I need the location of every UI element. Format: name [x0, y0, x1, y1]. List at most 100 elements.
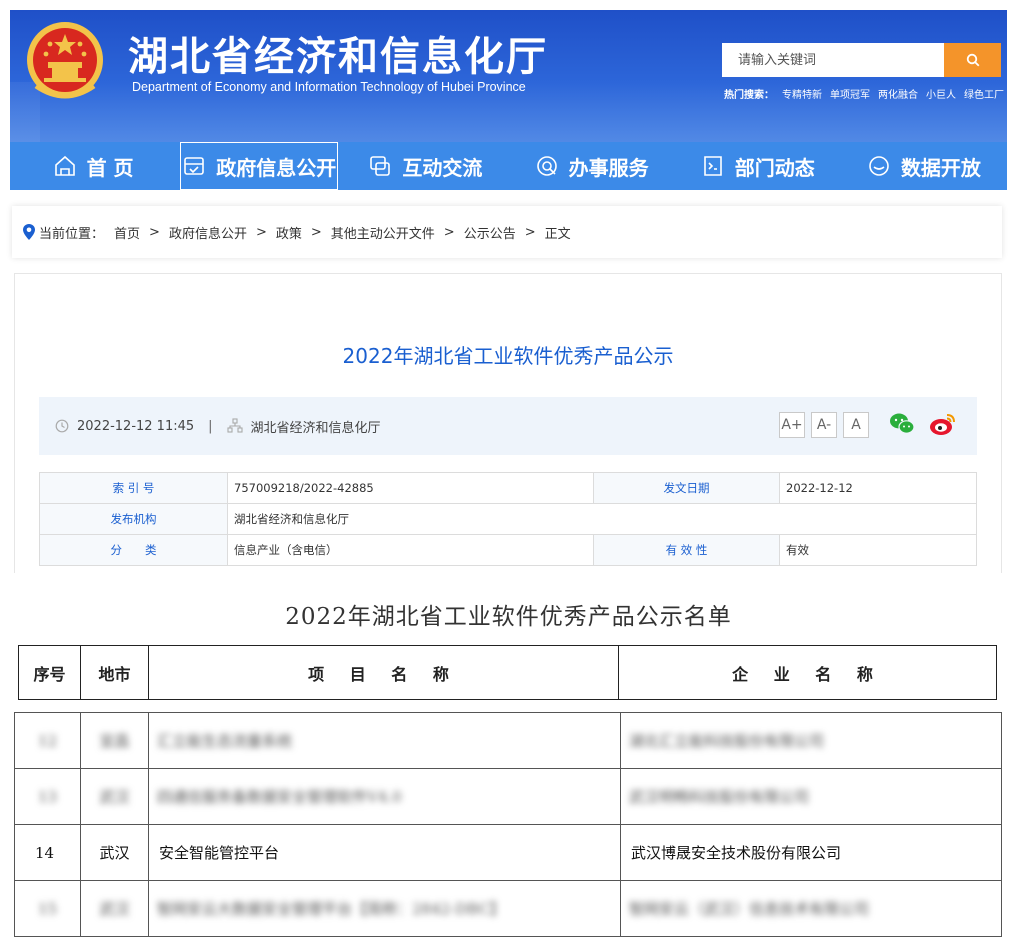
table-row: 14 武汉 安全智能管控平台 武汉博晟安全技术股份有限公司	[14, 824, 1002, 881]
index-number-label: 索 引 号	[39, 472, 228, 504]
article-card: 2022年湖北省工业软件优秀产品公示 2022-12-12 11:45 | 湖北…	[14, 273, 1002, 573]
nav-item-label: 数据开放	[900, 155, 981, 180]
table-row: 13 武汉 四通信服务备数据安全管理软件V4.0 武汉明畅科技股份有限公司	[14, 768, 1002, 825]
publisher: 湖北省经济和信息化厅	[250, 420, 381, 436]
nav-item-gov-info[interactable]: 政府信息公开	[176, 142, 342, 190]
nav-item-services[interactable]: 办事服务	[509, 142, 675, 190]
location-pin-icon	[23, 224, 35, 240]
validity-value: 有效	[779, 534, 977, 566]
hot-search: 热门搜索： 专精特新 单项冠军 两化融合 小巨人 绿色工厂	[724, 86, 1004, 101]
hot-search-label: 热门搜索：	[724, 90, 774, 101]
cell-city: 武汉	[80, 824, 149, 881]
validity-label: 有 效 性	[593, 534, 780, 566]
breadcrumb: 当前位置： 首页 > 政府信息公开 > 政策 > 其他主动公开文件 > 公示公告…	[12, 206, 1002, 258]
nav-item-label: 首 页	[86, 155, 134, 180]
nav-item-home[interactable]: 首 页	[10, 142, 176, 190]
wechat-icon[interactable]	[889, 412, 915, 436]
breadcrumb-separator: >	[310, 224, 322, 240]
font-size-controls: A+ A- A	[779, 412, 869, 438]
national-emblem-icon	[27, 22, 103, 99]
hot-search-item[interactable]: 绿色工厂	[964, 86, 1004, 101]
share-buttons	[889, 412, 957, 436]
nav-item-label: 政府信息公开	[216, 155, 337, 180]
publish-date: 2022-12-12 11:45	[77, 418, 195, 434]
inbox-check-icon	[184, 157, 205, 175]
nav-item-open-data[interactable]: 数据开放	[841, 142, 1007, 190]
index-number-value: 757009218/2022-42885	[227, 472, 594, 504]
site-title: 湖北省经济和信息化厅	[128, 34, 548, 80]
col-header-no: 序号	[18, 645, 81, 700]
nav-item-interaction[interactable]: 互动交流	[342, 142, 508, 190]
org-value: 湖北省经济和信息化厅	[227, 503, 977, 535]
nav-item-label: 部门动态	[734, 155, 815, 180]
cell-company: 武汉明畅科技股份有限公司	[620, 768, 1002, 825]
cell-no: 12	[14, 712, 81, 769]
hot-search-item[interactable]: 专精特新	[782, 86, 822, 101]
cell-city: 武汉	[80, 768, 149, 825]
col-header-company: 企 业 名 称	[618, 645, 997, 700]
cell-project: 安全智能管控平台	[148, 824, 621, 881]
col-header-city: 地市	[80, 645, 149, 700]
cell-company: 智网安云（武汉）信息技术有限公司	[620, 880, 1002, 937]
search-icon	[966, 53, 979, 67]
breadcrumb-item[interactable]: 公示公告	[464, 223, 516, 242]
hot-search-item[interactable]: 小巨人	[926, 86, 956, 101]
site-subtitle: Department of Economy and Information Te…	[132, 80, 526, 94]
font-reset-button[interactable]: A	[843, 412, 869, 438]
cell-no: 15	[14, 880, 81, 937]
breadcrumb-separator: >	[443, 224, 455, 240]
chat-icon	[370, 156, 391, 176]
cell-company: 武汉博晟安全技术股份有限公司	[620, 824, 1002, 881]
breadcrumb-item[interactable]: 首页	[114, 223, 140, 242]
article-title: 2022年湖北省工业软件优秀产品公示	[342, 344, 674, 368]
news-icon	[703, 156, 722, 176]
breadcrumb-item-current: 正文	[544, 226, 571, 242]
cell-city: 宜昌	[80, 712, 149, 769]
col-header-project: 项 目 名 称	[148, 645, 619, 700]
article-info-table: 索 引 号 757009218/2022-42885 发文日期 2022-12-…	[39, 472, 977, 566]
cell-project: 智网安云大数据安全管理平台【简称：2842-DBC】	[148, 880, 621, 937]
table-row: 12 宜昌 汇立能生态流量系统 湖北汇立能科技股份有限公司	[14, 712, 1002, 769]
article-meta-bar: 2022-12-12 11:45 | 湖北省经济和信息化厅 A+ A- A	[39, 397, 977, 455]
hot-search-item[interactable]: 两化融合	[878, 86, 918, 101]
issue-date-value: 2022-12-12	[779, 472, 977, 504]
cell-city: 武汉	[80, 880, 149, 937]
breadcrumb-separator: >	[524, 224, 536, 240]
org-icon	[226, 418, 243, 433]
category-label: 分 类	[39, 534, 228, 566]
search-button[interactable]	[944, 43, 1001, 77]
font-increase-button[interactable]: A+	[779, 412, 805, 438]
cell-company: 湖北汇立能科技股份有限公司	[620, 712, 1002, 769]
list-body: 12 宜昌 汇立能生态流量系统 湖北汇立能科技股份有限公司 13 武汉 四通信服…	[14, 712, 1002, 940]
cell-no: 14	[14, 824, 81, 881]
breadcrumb-item[interactable]: 政府信息公开	[169, 223, 247, 242]
breadcrumb-item[interactable]: 其他主动公开文件	[331, 223, 435, 242]
breadcrumb-item[interactable]: 政策	[276, 223, 302, 242]
list-header-table: 序号 地市 项 目 名 称 企 业 名 称	[18, 645, 997, 700]
header-banner: 湖北省经济和信息化厅 Department of Economy and Inf…	[10, 10, 1007, 142]
table-row: 15 武汉 智网安云大数据安全管理平台【简称：2842-DBC】 智网安云（武汉…	[14, 880, 1002, 937]
font-decrease-button[interactable]: A-	[811, 412, 837, 438]
breadcrumb-label: 当前位置：	[39, 226, 105, 242]
org-label: 发布机构	[39, 503, 228, 535]
service-icon	[536, 156, 557, 176]
category-value: 信息产业（含电信）	[227, 534, 594, 566]
weibo-icon[interactable]	[929, 412, 957, 436]
cell-project: 四通信服务备数据安全管理软件V4.0	[148, 768, 621, 825]
main-nav: 首 页 政府信息公开 互动交流 办事服务 部门动态 数据开放	[10, 142, 1007, 190]
nav-item-label: 互动交流	[402, 155, 483, 180]
search-input[interactable]	[722, 43, 944, 77]
issue-date-label: 发文日期	[593, 472, 780, 504]
list-title: 2022年湖北省工业软件优秀产品公示名单	[285, 604, 732, 630]
cell-project: 汇立能生态流量系统	[148, 712, 621, 769]
nav-item-label: 办事服务	[568, 155, 649, 180]
home-icon	[54, 155, 75, 176]
hot-search-item[interactable]: 单项冠军	[830, 86, 870, 101]
nav-item-dept-news[interactable]: 部门动态	[675, 142, 841, 190]
meta-divider: |	[208, 418, 213, 434]
breadcrumb-separator: >	[149, 224, 160, 240]
smile-icon	[869, 156, 889, 176]
cell-no: 13	[14, 768, 81, 825]
clock-icon	[55, 419, 69, 433]
breadcrumb-separator: >	[255, 224, 267, 240]
